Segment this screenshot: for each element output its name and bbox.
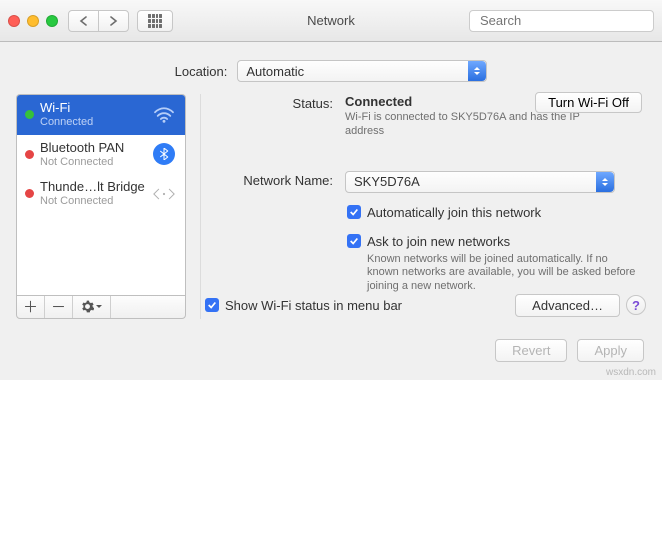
detail-pane: Turn Wi-Fi Off Status: Connected Wi-Fi i… xyxy=(200,94,646,319)
forward-button[interactable] xyxy=(98,10,129,32)
minimize-icon[interactable] xyxy=(27,15,39,27)
show-menubar-checkbox[interactable]: Show Wi-Fi status in menu bar xyxy=(205,298,402,313)
bottom-button-row: Revert Apply xyxy=(0,333,662,380)
service-status: Not Connected xyxy=(40,156,145,169)
revert-button[interactable]: Revert xyxy=(495,339,567,362)
status-subtext: Wi-Fi is connected to SKY5D76A and has t… xyxy=(345,111,610,139)
select-arrows-icon xyxy=(468,61,486,81)
sidebar-footer: ＋ － xyxy=(16,295,186,319)
status-dot-icon xyxy=(25,150,34,159)
service-name: Wi-Fi xyxy=(40,101,145,116)
add-service-button[interactable]: ＋ xyxy=(17,296,45,318)
service-item-bluetooth-pan[interactable]: Bluetooth PAN Not Connected xyxy=(17,135,185,175)
location-label: Location: xyxy=(175,64,228,79)
location-value: Automatic xyxy=(246,64,304,79)
back-button[interactable] xyxy=(68,10,99,32)
wifi-toggle-button[interactable]: Turn Wi-Fi Off xyxy=(535,92,642,113)
wifi-icon xyxy=(151,106,177,124)
titlebar: Network xyxy=(0,0,662,42)
checkbox-checked-icon xyxy=(347,234,361,248)
select-arrows-icon xyxy=(596,172,614,192)
auto-join-label: Automatically join this network xyxy=(367,205,541,220)
close-icon[interactable] xyxy=(8,15,20,27)
network-name-label: Network Name: xyxy=(205,171,333,193)
grid-icon xyxy=(148,14,162,28)
service-sidebar: Wi-Fi Connected Bluetooth PAN Not Connec… xyxy=(16,94,186,319)
search-field[interactable] xyxy=(469,10,654,32)
chevron-down-icon xyxy=(96,305,102,311)
service-status: Not Connected xyxy=(40,195,145,208)
ask-join-checkbox[interactable]: Ask to join new networks xyxy=(347,234,646,249)
advanced-button[interactable]: Advanced… xyxy=(515,294,620,317)
chevron-right-icon xyxy=(109,16,118,26)
service-status: Connected xyxy=(40,116,145,129)
status-dot-icon xyxy=(25,110,34,119)
actions-menu-button[interactable] xyxy=(73,296,111,318)
watermark: wsxdn.com xyxy=(606,367,656,378)
nav-back-forward xyxy=(68,10,129,32)
zoom-icon[interactable] xyxy=(46,15,58,27)
help-button[interactable]: ? xyxy=(626,295,646,315)
service-list: Wi-Fi Connected Bluetooth PAN Not Connec… xyxy=(16,94,186,295)
window-controls xyxy=(8,15,58,27)
apply-button[interactable]: Apply xyxy=(577,339,644,362)
status-label: Status: xyxy=(205,94,333,139)
service-name: Thunde…lt Bridge xyxy=(40,180,145,195)
location-select[interactable]: Automatic xyxy=(237,60,487,82)
checkbox-checked-icon xyxy=(205,298,219,312)
service-item-thunderbolt-bridge[interactable]: Thunde…lt Bridge Not Connected xyxy=(17,174,185,214)
network-name-value: SKY5D76A xyxy=(354,174,420,189)
status-dot-icon xyxy=(25,189,34,198)
service-name: Bluetooth PAN xyxy=(40,141,145,156)
network-name-select[interactable]: SKY5D76A xyxy=(345,171,615,193)
service-item-wifi[interactable]: Wi-Fi Connected xyxy=(17,95,185,135)
search-input[interactable] xyxy=(480,13,656,28)
show-menubar-label: Show Wi-Fi status in menu bar xyxy=(225,298,402,313)
remove-service-button[interactable]: － xyxy=(45,296,73,318)
ask-join-label: Ask to join new networks xyxy=(367,234,510,249)
checkbox-checked-icon xyxy=(347,205,361,219)
chevron-left-icon xyxy=(79,16,88,26)
ask-join-subtext: Known networks will be joined automatica… xyxy=(367,253,637,294)
thunderbolt-bridge-icon xyxy=(151,184,177,204)
bluetooth-icon xyxy=(151,143,177,165)
auto-join-checkbox[interactable]: Automatically join this network xyxy=(347,205,646,220)
show-all-button[interactable] xyxy=(137,10,173,32)
gear-icon xyxy=(81,300,94,313)
location-row: Location: Automatic xyxy=(0,42,662,94)
